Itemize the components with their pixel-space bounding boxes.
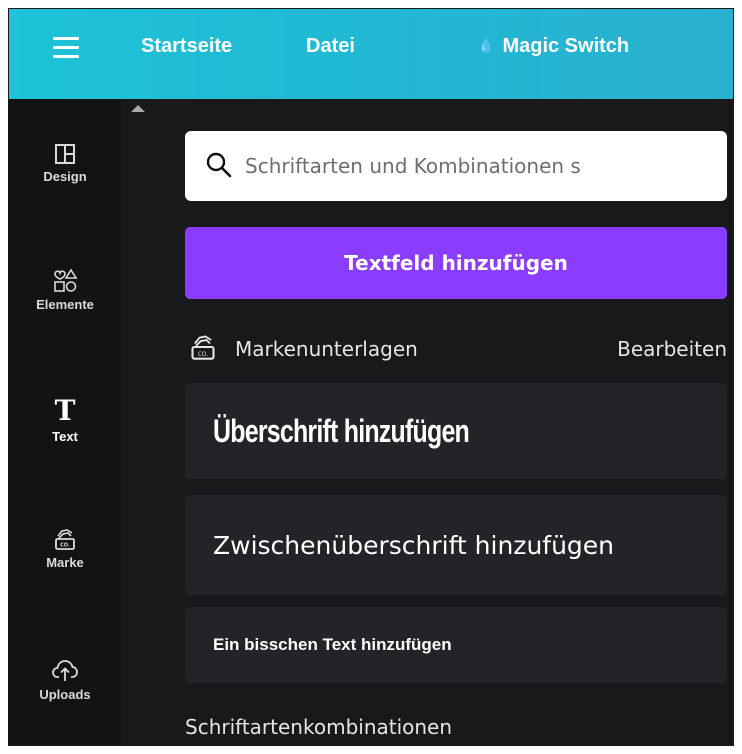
- add-subheading-option[interactable]: Zwischenüberschrift hinzufügen: [185, 495, 727, 595]
- top-bar: Startseite Datei 💧 Magic Switch: [9, 9, 733, 99]
- sidebar-item-design[interactable]: Design: [9, 143, 121, 184]
- magic-switch-icon: 💧: [477, 37, 495, 53]
- sidebar-item-label: Uploads: [39, 687, 91, 702]
- svg-text:CO.: CO.: [198, 352, 208, 358]
- edit-brand-link[interactable]: Bearbeiten: [617, 337, 727, 361]
- nav-magic-switch[interactable]: 💧 Magic Switch: [477, 35, 629, 58]
- layout-icon: [55, 144, 75, 164]
- sidebar-item-marke[interactable]: CO. Marke: [9, 527, 121, 570]
- sidebar-item-uploads[interactable]: Uploads: [9, 657, 121, 702]
- search-box: [185, 131, 727, 201]
- menu-icon[interactable]: [53, 33, 79, 61]
- sidebar-item-elemente[interactable]: Elemente: [9, 267, 121, 312]
- add-textbox-button[interactable]: Textfeld hinzufügen: [185, 227, 727, 299]
- sidebar-item-label: Marke: [46, 555, 84, 570]
- add-heading-option[interactable]: Überschrift hinzufügen: [185, 383, 727, 479]
- brand-kit-icon: CO.: [55, 529, 75, 550]
- scroll-up-arrow[interactable]: [131, 105, 145, 112]
- cloud-upload-icon: [52, 660, 78, 681]
- sidebar-rail: Design Elemente T Text CO. Marke Uploads: [9, 99, 121, 745]
- shapes-icon: [54, 268, 78, 292]
- sidebar-item-text[interactable]: T Text: [9, 394, 121, 445]
- add-body-text-option[interactable]: Ein bisschen Text hinzufügen: [185, 607, 727, 683]
- svg-text:CO.: CO.: [60, 543, 70, 549]
- subheading-option-label: Zwischenüberschrift hinzufügen: [213, 530, 615, 560]
- sidebar-item-label: Design: [43, 169, 87, 184]
- search-input[interactable]: [243, 141, 717, 191]
- heading-option-label: Überschrift hinzufügen: [213, 412, 470, 449]
- sidebar-item-label: Text: [52, 429, 78, 444]
- sidebar-item-label: Elemente: [36, 297, 94, 312]
- search-icon[interactable]: [205, 151, 233, 179]
- brand-kit-icon: CO.: [191, 335, 215, 360]
- app-frame: Startseite Datei 💧 Magic Switch Design El…: [8, 8, 734, 746]
- brand-kit-row: CO. Markenunterlagen Bearbeiten: [185, 331, 727, 367]
- body-option-label: Ein bisschen Text hinzufügen: [213, 635, 452, 654]
- text-panel: Textfeld hinzufügen CO. Markenunterlagen…: [121, 99, 733, 745]
- magic-switch-label: Magic Switch: [502, 35, 630, 57]
- brand-kit-label: Markenunterlagen: [235, 337, 418, 361]
- nav-startseite[interactable]: Startseite: [141, 35, 232, 58]
- text-icon: T: [54, 394, 76, 427]
- font-combinations-heading: Schriftartenkombinationen: [185, 715, 453, 739]
- nav-datei[interactable]: Datei: [306, 35, 355, 58]
